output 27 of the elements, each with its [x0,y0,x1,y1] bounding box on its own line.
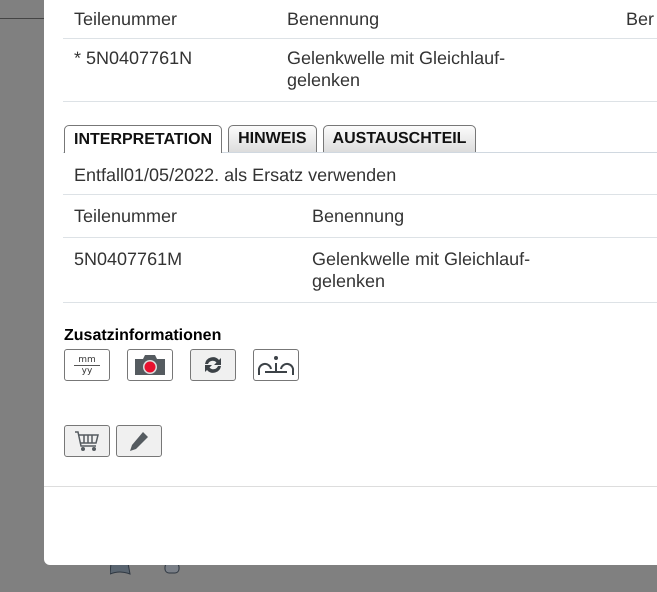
refresh-icon [202,355,224,375]
note-text: Entfall01/05/2022. als Ersatz verwenden [74,165,396,185]
pencil-icon [128,430,150,452]
column-header: Ber [625,8,654,30]
camera-button[interactable] [127,349,173,381]
edit-button[interactable] [116,425,162,457]
tab[interactable]: AUSTAUSCHTEIL [322,125,476,152]
tab[interactable]: INTERPRETATION [64,125,222,153]
column-header: Benennung [286,8,380,30]
link-info-icon [257,354,295,376]
cart-button[interactable] [64,425,110,457]
refresh-button[interactable] [190,349,236,381]
table-cell-text: * 5N0407761N [73,47,194,70]
column-header: Teilenummer [73,205,178,227]
table-cell-text: Gelenkwelle mit Gleichlauf-gelenken [311,248,532,292]
cart-icon [74,430,100,452]
table-cell-text: Gelenkwelle mit Gleichlauf-gelenken [286,47,506,91]
table-cell-text: 5N0407761M [73,248,184,271]
column-header: Benennung [311,205,406,227]
month-label: mm [74,354,100,366]
info-button[interactable] [253,349,299,381]
camera-icon [134,354,166,376]
year-label: yy [82,366,92,376]
section-title: Zusatzinformationen [64,327,222,345]
date-format-button[interactable]: mm yy [64,349,110,381]
tab[interactable]: HINWEIS [228,125,317,152]
column-header: Teilenummer [73,8,178,30]
